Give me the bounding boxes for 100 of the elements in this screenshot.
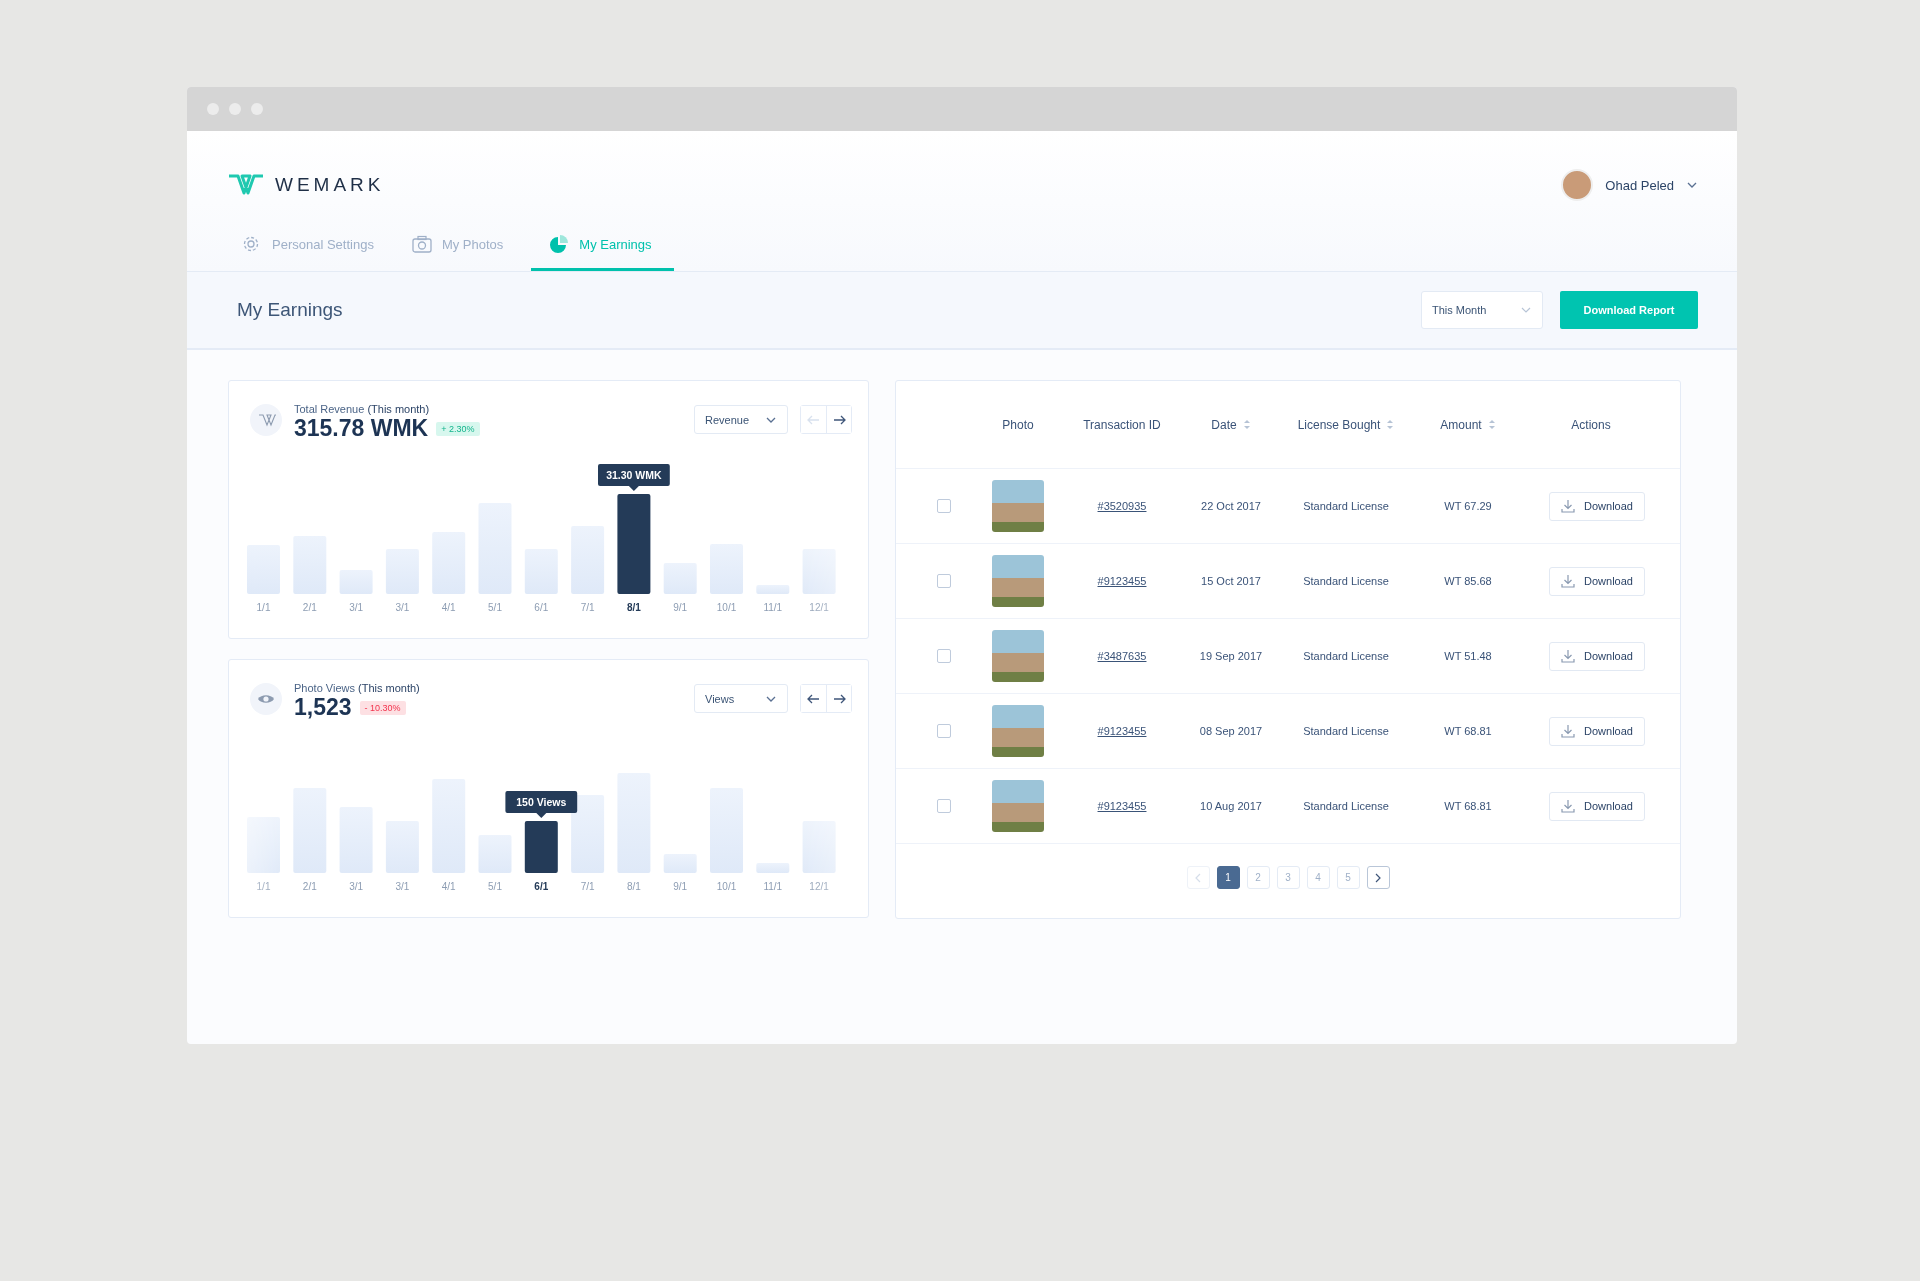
axis-label: 8/1 (626, 881, 641, 892)
next-button[interactable] (826, 685, 851, 712)
bar[interactable] (524, 821, 558, 873)
checkbox[interactable] (937, 724, 951, 738)
column-header[interactable]: Amount (1440, 417, 1482, 432)
column-header: Actions (1571, 417, 1611, 432)
axis-label: 10/1 (716, 881, 737, 892)
axis-label: 2/1 (302, 602, 317, 613)
tooltip: 31.30 WMK (598, 464, 670, 491)
stat-title: Total Revenue (This month) (294, 403, 431, 415)
photo-placeholder (992, 555, 1044, 607)
camera-icon (411, 235, 432, 254)
checkbox[interactable] (937, 499, 951, 513)
license-cell: Standard License (1303, 575, 1389, 587)
axis-label: 6/1 (534, 881, 549, 892)
column-header: Photo (1002, 417, 1034, 432)
page-title: My Earnings (237, 299, 344, 321)
axis-label: 9/1 (673, 602, 688, 613)
column-header: Transaction ID (1083, 417, 1161, 432)
transaction-link[interactable]: #9123455 (1097, 800, 1147, 812)
sort-icon[interactable] (1386, 419, 1395, 430)
amount-cell: WT 68.81 (1444, 725, 1492, 737)
period-dropdown[interactable]: This Month (1421, 291, 1543, 329)
download-icon (1561, 649, 1576, 663)
metric-dropdown[interactable]: Views (694, 684, 788, 713)
amount-cell: WT 67.29 (1444, 500, 1492, 512)
next-button[interactable] (826, 406, 851, 433)
license-cell: Standard License (1303, 725, 1389, 737)
transaction-link[interactable]: #9123455 (1097, 725, 1147, 737)
axis-label: 12/1 (809, 602, 829, 613)
axis-label: 7/1 (580, 602, 595, 613)
download-button[interactable]: Download (1549, 491, 1645, 521)
axis-label: 9/1 (673, 881, 688, 892)
axis-label: 11/1 (763, 881, 783, 892)
axis-label: 5/1 (488, 881, 502, 892)
axis-label: 12/1 (809, 881, 829, 892)
axis-label: 3/1 (395, 602, 410, 613)
axis-label: 8/1 (626, 602, 641, 613)
transaction-link[interactable]: #9123455 (1097, 575, 1147, 587)
download-icon (1561, 574, 1576, 588)
license-cell: Standard License (1303, 650, 1389, 662)
license-cell: Standard License (1303, 800, 1389, 812)
stat-value: 315.78 WMK (294, 415, 429, 442)
amount-cell: WT 51.48 (1444, 650, 1492, 662)
download-icon (1561, 799, 1576, 813)
arrow-right-icon (832, 413, 846, 426)
change-badge: - 10.30% (359, 700, 406, 715)
amount-cell: WT 85.68 (1444, 575, 1492, 587)
download-button[interactable]: Download (1549, 791, 1645, 821)
arrow-left-icon (807, 413, 820, 426)
stat-title: Photo Views (This month) (294, 682, 421, 694)
photo-placeholder (992, 780, 1044, 832)
sort-icon[interactable] (1242, 419, 1251, 430)
transaction-link[interactable]: #3520935 (1097, 500, 1147, 512)
axis-label: 1/1 (256, 881, 271, 892)
axis-label: 7/1 (580, 881, 595, 892)
bar[interactable] (571, 795, 605, 873)
next-page-button[interactable] (1366, 866, 1390, 889)
axis-label: 5/1 (488, 602, 502, 613)
sort-icon[interactable] (1487, 419, 1496, 430)
chevron-right-icon (1374, 872, 1382, 883)
bar[interactable] (617, 494, 651, 594)
photo-placeholder (992, 480, 1044, 532)
axis-label: 4/1 (441, 881, 456, 892)
change-badge: + 2.30% (436, 421, 480, 436)
download-icon (1561, 499, 1576, 513)
annotation: 150 Views (516, 796, 567, 808)
axis-label: 3/1 (349, 881, 364, 892)
date-cell: 10 Aug 2017 (1200, 800, 1262, 812)
axis-label: 3/1 (349, 602, 364, 613)
date-cell: 22 Oct 2017 (1201, 500, 1261, 512)
checkbox[interactable] (937, 649, 951, 663)
license-cell: Standard License (1303, 500, 1389, 512)
download-button[interactable]: Download (1549, 566, 1645, 596)
download-button[interactable]: Download (1549, 641, 1645, 671)
axis-label: 2/1 (302, 881, 317, 892)
axis-label: 11/1 (763, 602, 783, 613)
stat-value: 1,523 (294, 694, 352, 721)
arrow-right-icon (832, 692, 846, 705)
checkbox[interactable] (937, 799, 951, 813)
logo-text: WEMARK (275, 174, 385, 196)
chevron-left-icon (1194, 872, 1202, 883)
axis-label: 6/1 (534, 602, 549, 613)
user-name[interactable]: Ohad Peled (1605, 177, 1674, 193)
checkbox[interactable] (937, 574, 951, 588)
amount-cell: WT 68.81 (1444, 800, 1492, 812)
avatar[interactable] (1561, 169, 1594, 201)
photo-placeholder (992, 630, 1044, 682)
transaction-link[interactable]: #3487635 (1097, 650, 1147, 662)
date-cell: 08 Sep 2017 (1199, 725, 1263, 737)
download-button[interactable]: Download (1549, 716, 1645, 746)
axis-label: 4/1 (441, 602, 456, 613)
column-header[interactable]: Date (1211, 417, 1237, 432)
metric-dropdown[interactable]: Revenue (694, 405, 788, 434)
axis-label: 3/1 (395, 881, 410, 892)
download-icon (1561, 724, 1576, 738)
column-header[interactable]: License Bought (1297, 417, 1381, 432)
arrow-left-icon (807, 692, 820, 705)
axis-label: 10/1 (716, 602, 737, 613)
page-button[interactable]: 1 (1216, 866, 1240, 889)
